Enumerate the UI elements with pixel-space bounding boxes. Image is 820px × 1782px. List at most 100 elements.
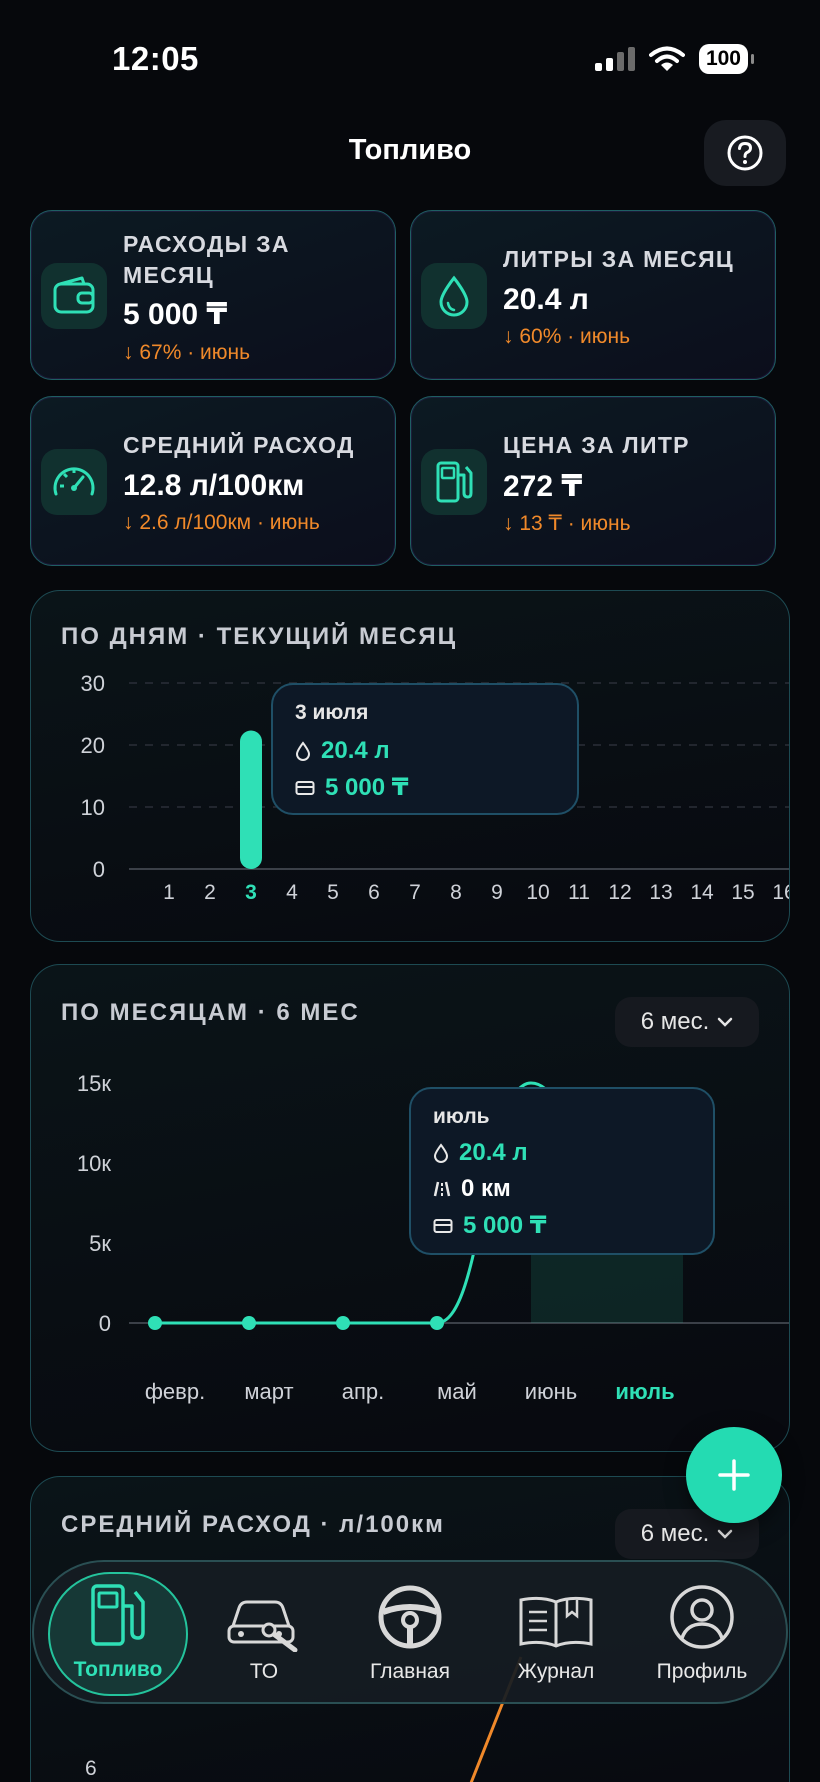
x-tick-label: 7 xyxy=(409,881,421,904)
y-tick-label: 10к xyxy=(77,1151,111,1176)
x-tick-label: 6 xyxy=(368,881,380,904)
x-tick-label: июнь xyxy=(525,1379,577,1404)
car-service-icon xyxy=(227,1600,298,1652)
wallet-icon xyxy=(41,263,107,329)
x-tick-label: 13 xyxy=(649,881,672,904)
x-tick-label: 9 xyxy=(491,881,503,904)
data-point xyxy=(430,1316,444,1330)
y-tick-label: 0 xyxy=(93,857,105,882)
road-icon xyxy=(433,1181,451,1197)
x-tick-label: февр. xyxy=(145,1379,205,1404)
tooltip-liters: 20.4 л xyxy=(459,1139,528,1166)
y-tick-label: 15к xyxy=(77,1071,111,1096)
y-tick-label: 0 xyxy=(99,1311,111,1336)
status-icons: 100 xyxy=(594,44,755,74)
y-tick-label: 20 xyxy=(81,733,105,758)
droplet-icon xyxy=(421,263,487,329)
stat-value: 12.8 л/100км xyxy=(123,469,305,502)
tooltip-liters: 20.4 л xyxy=(321,737,390,764)
stat-card-price-per-liter[interactable]: ЦЕНА ЗА ЛИТР 272 ₸ ↓ 13 ₸ · июнь xyxy=(410,396,776,566)
x-tick-label: 11 xyxy=(568,881,590,904)
nav-label: ТО xyxy=(249,1660,279,1683)
stat-card-monthly-expenses[interactable]: РАСХОДЫ ЗА МЕСЯЦ 5 000 ₸ ↓ 67% · июнь xyxy=(30,210,396,380)
stat-value: 5 000 ₸ xyxy=(123,298,228,331)
x-tick-label: 12 xyxy=(608,881,631,904)
x-tick-label: март xyxy=(244,1379,293,1404)
bottom-nav: Топливо ТО Главная Журнал Профиль xyxy=(32,1560,788,1704)
x-tick-label: 16 xyxy=(772,881,790,904)
x-tick-label: апр. xyxy=(342,1379,385,1404)
cellular-signal-icon xyxy=(594,47,635,71)
daily-chart-panel: ПО ДНЯМ · ТЕКУЩИЙ МЕСЯЦ 0 10 20 30 1 2 3 4 5 6 7 8 9… xyxy=(30,590,790,942)
data-point xyxy=(148,1316,162,1330)
x-tick-label: июль xyxy=(615,1379,674,1404)
daily-tooltip: 3 июля 20.4 л 5 000 ₸ xyxy=(271,683,579,815)
stat-label: СРЕДНИЙ РАСХОД xyxy=(123,432,355,458)
nav-item-profile[interactable]: Профиль xyxy=(632,1572,772,1696)
stat-delta: ↓ 60% · июнь xyxy=(503,325,631,348)
steering-wheel-icon xyxy=(378,1585,442,1649)
help-icon xyxy=(727,135,763,171)
page-title: Топливо xyxy=(348,134,472,166)
speedometer-icon xyxy=(41,449,107,515)
monthly-chart-panel: ПО МЕСЯЦАМ · 6 МЕС 6 мес. 0 5к 10к 15к февр.… xyxy=(30,964,790,1452)
stat-label: ЦЕНА ЗА ЛИТР xyxy=(503,432,690,458)
x-tick-label: 10 xyxy=(526,881,549,904)
nav-label: Профиль xyxy=(656,1660,748,1683)
stat-label: ЛИТРЫ ЗА МЕСЯЦ xyxy=(503,246,735,272)
x-tick-label: 3 xyxy=(245,881,257,904)
nav-item-service[interactable]: ТО xyxy=(194,1572,334,1696)
nav-label: Топливо xyxy=(73,1658,163,1681)
tooltip-cost: 5 000 ₸ xyxy=(325,774,409,801)
y-tick-label: 10 xyxy=(81,795,105,820)
stat-delta: ↓ 2.6 л/100км · июнь xyxy=(123,511,320,534)
status-time: 12:05 xyxy=(112,40,199,77)
x-tick-label: 2 xyxy=(204,881,216,904)
tooltip-date: 3 июля xyxy=(295,701,369,724)
stat-card-monthly-liters[interactable]: ЛИТРЫ ЗА МЕСЯЦ 20.4 л ↓ 60% · июнь xyxy=(410,210,776,380)
stat-value: 272 ₸ xyxy=(503,470,583,503)
nav-item-fuel[interactable]: Топливо xyxy=(48,1572,188,1696)
stat-card-average-consumption[interactable]: СРЕДНИЙ РАСХОД 12.8 л/100км ↓ 2.6 л/100к… xyxy=(30,396,396,566)
card-icon xyxy=(295,780,315,795)
fuel-pump-icon xyxy=(421,449,487,515)
x-tick-label: 15 xyxy=(731,881,754,904)
droplet-icon xyxy=(295,741,311,761)
status-bar: 12:05 100 xyxy=(0,0,820,110)
x-tick-label: май xyxy=(437,1379,477,1404)
nav-item-home[interactable]: Главная xyxy=(340,1572,480,1696)
fuel-pump-icon xyxy=(91,1584,145,1646)
tooltip-month: июль xyxy=(433,1105,490,1128)
monthly-tooltip: июль 20.4 л 0 км 5 000 ₸ xyxy=(409,1087,715,1255)
x-tick-label: 5 xyxy=(327,881,339,904)
wifi-icon xyxy=(648,46,685,71)
x-tick-label: 14 xyxy=(690,881,714,904)
battery-indicator: 100 xyxy=(698,44,755,74)
nav-label: Журнал xyxy=(517,1660,595,1683)
x-tick-label: 4 xyxy=(286,881,298,904)
help-button[interactable] xyxy=(704,120,786,186)
stat-delta: ↓ 67% · июнь xyxy=(123,341,251,364)
data-point xyxy=(336,1316,350,1330)
tooltip-cost: 5 000 ₸ xyxy=(463,1212,547,1239)
nav-item-journal[interactable]: Журнал xyxy=(486,1572,626,1696)
plus-icon xyxy=(718,1459,750,1491)
x-tick-label: 1 xyxy=(163,881,175,904)
x-tick-label: 8 xyxy=(450,881,462,904)
stat-delta: ↓ 13 ₸ · июнь xyxy=(503,512,631,535)
book-icon xyxy=(519,1596,593,1648)
y-tick-label: 30 xyxy=(81,671,105,696)
app-header: Топливо xyxy=(0,120,820,186)
user-icon xyxy=(670,1585,734,1649)
y-tick-label: 6 xyxy=(85,1757,97,1780)
data-point xyxy=(242,1316,256,1330)
stat-label: РАСХОДЫ ЗА МЕСЯЦ xyxy=(123,231,290,288)
droplet-icon xyxy=(433,1143,449,1163)
card-icon xyxy=(433,1218,453,1233)
tooltip-distance: 0 км xyxy=(461,1175,511,1202)
bar xyxy=(240,730,262,869)
stat-value: 20.4 л xyxy=(503,283,589,316)
y-tick-label: 5к xyxy=(89,1231,111,1256)
nav-label: Главная xyxy=(370,1660,450,1683)
add-entry-button[interactable] xyxy=(686,1427,782,1523)
